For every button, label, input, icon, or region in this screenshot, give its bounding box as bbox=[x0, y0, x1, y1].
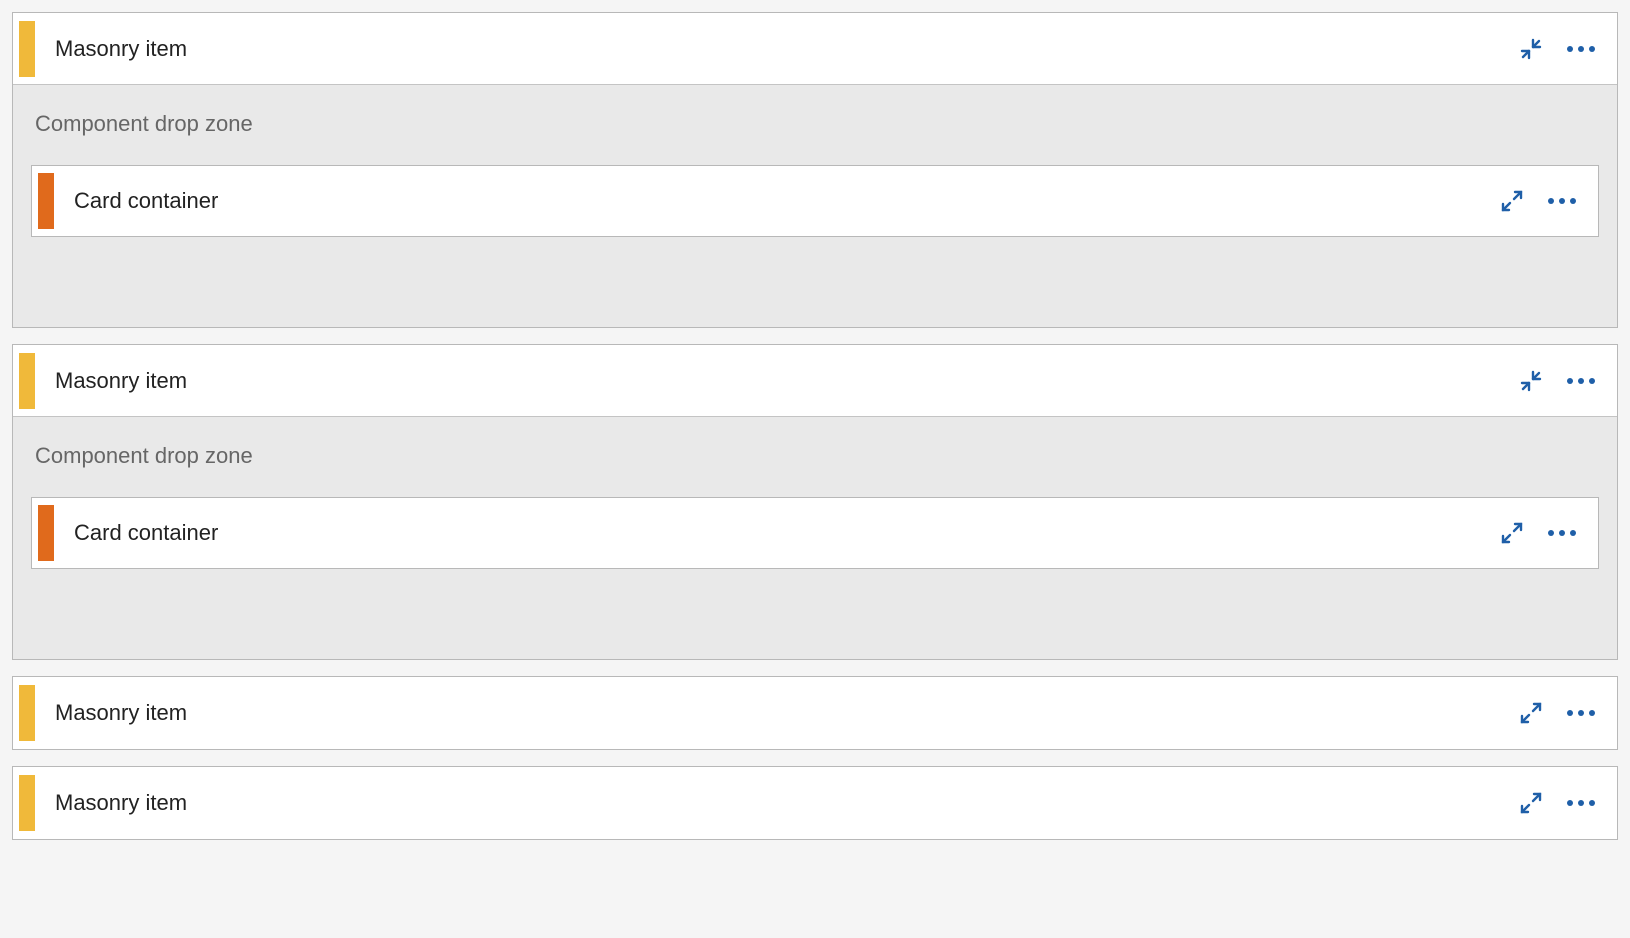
masonry-item-title: Masonry item bbox=[55, 790, 1517, 816]
more-icon[interactable] bbox=[1567, 35, 1595, 63]
component-drop-zone[interactable]: Component drop zone Card container bbox=[13, 85, 1617, 327]
masonry-item-block: Masonry item bbox=[12, 766, 1618, 840]
header-actions bbox=[1517, 367, 1617, 395]
more-icon[interactable] bbox=[1548, 187, 1576, 215]
color-tab-masonry bbox=[19, 775, 35, 831]
masonry-item-header[interactable]: Masonry item bbox=[13, 13, 1617, 85]
expand-icon[interactable] bbox=[1498, 519, 1526, 547]
masonry-item-header[interactable]: Masonry item bbox=[13, 677, 1617, 749]
header-actions bbox=[1498, 519, 1598, 547]
masonry-item-title: Masonry item bbox=[55, 36, 1517, 62]
color-tab-card bbox=[38, 173, 54, 229]
color-tab-masonry bbox=[19, 353, 35, 409]
card-container-block[interactable]: Card container bbox=[31, 165, 1599, 237]
more-icon[interactable] bbox=[1567, 789, 1595, 817]
masonry-item-block: Masonry item bbox=[12, 676, 1618, 750]
more-icon[interactable] bbox=[1567, 699, 1595, 727]
masonry-item-block: Masonry item Component drop zone bbox=[12, 344, 1618, 660]
masonry-item-block: Masonry item Component drop zone bbox=[12, 12, 1618, 328]
collapse-icon[interactable] bbox=[1517, 35, 1545, 63]
card-container-block[interactable]: Card container bbox=[31, 497, 1599, 569]
drop-zone-label: Component drop zone bbox=[35, 111, 1599, 137]
component-tree: Masonry item Component drop zone bbox=[0, 0, 1630, 840]
card-container-title: Card container bbox=[74, 520, 1498, 546]
card-container-title: Card container bbox=[74, 188, 1498, 214]
expand-icon[interactable] bbox=[1517, 699, 1545, 727]
expand-icon[interactable] bbox=[1517, 789, 1545, 817]
component-drop-zone[interactable]: Component drop zone Card container bbox=[13, 417, 1617, 659]
color-tab-card bbox=[38, 505, 54, 561]
more-icon[interactable] bbox=[1548, 519, 1576, 547]
header-actions bbox=[1517, 789, 1617, 817]
color-tab-masonry bbox=[19, 21, 35, 77]
drop-zone-label: Component drop zone bbox=[35, 443, 1599, 469]
header-actions bbox=[1517, 35, 1617, 63]
masonry-item-header[interactable]: Masonry item bbox=[13, 345, 1617, 417]
masonry-item-header[interactable]: Masonry item bbox=[13, 767, 1617, 839]
expand-icon[interactable] bbox=[1498, 187, 1526, 215]
masonry-item-title: Masonry item bbox=[55, 368, 1517, 394]
more-icon[interactable] bbox=[1567, 367, 1595, 395]
color-tab-masonry bbox=[19, 685, 35, 741]
header-actions bbox=[1517, 699, 1617, 727]
collapse-icon[interactable] bbox=[1517, 367, 1545, 395]
masonry-item-title: Masonry item bbox=[55, 700, 1517, 726]
header-actions bbox=[1498, 187, 1598, 215]
